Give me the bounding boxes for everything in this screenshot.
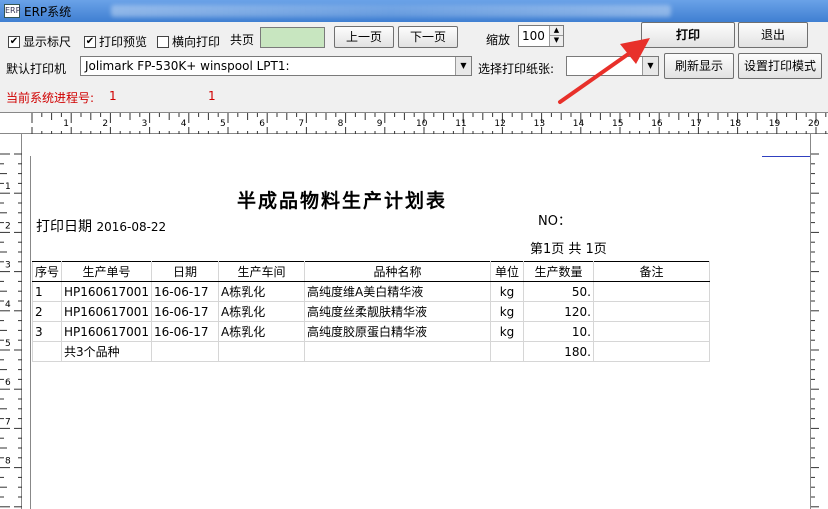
landscape-print-checkbox[interactable]: 横向打印	[157, 33, 220, 50]
checkmark-icon: ✔	[84, 35, 96, 48]
title-bar: ERP ERP系统	[0, 0, 828, 22]
ruler-tick-label: 8	[338, 119, 344, 129]
ruler-tick-label: 13	[534, 119, 545, 129]
process-id-value-secondary: 1	[208, 89, 216, 103]
column-header: 品种名称	[304, 261, 491, 282]
ruler-tick-label: 5	[220, 119, 226, 129]
table-summary-row: 共3个品种 180.	[31, 341, 710, 362]
printer-select[interactable]: Jolimark FP-530K+ winspool LPT1: ▼	[80, 56, 472, 76]
process-id-value: 1	[109, 89, 117, 103]
total-pages-field[interactable]	[260, 27, 325, 48]
column-header: 生产数量	[523, 261, 594, 282]
table-row: 1 HP160617001 16-06-17 A栋乳化 高纯度维A美白精华液 k…	[31, 281, 710, 302]
summary-total: 180.	[523, 341, 594, 362]
ruler-tick-label: 2	[102, 119, 108, 129]
ruler-tick-label: 3	[142, 119, 148, 129]
column-header: 生产车间	[218, 261, 305, 282]
prev-page-button[interactable]: 上一页	[334, 26, 394, 48]
ruler-tick-label: 4	[5, 300, 11, 310]
ruler-tick-label: 15	[612, 119, 623, 129]
page-margin-marker	[762, 156, 810, 157]
ruler-tick-label: 1	[5, 182, 11, 192]
show-ruler-checkbox[interactable]: ✔ 显示标尺	[8, 33, 71, 50]
ruler-tick-label: 20	[808, 119, 820, 129]
vertical-ruler-right	[810, 134, 828, 509]
print-preview-checkbox[interactable]: ✔ 打印预览	[84, 33, 147, 50]
ruler-tick-label: 7	[298, 119, 304, 129]
ruler-tick-label: 6	[259, 119, 265, 129]
ruler-tick-label: 18	[730, 119, 742, 129]
ruler-tick-label: 14	[573, 119, 585, 129]
ruler-tick-label: 1	[63, 119, 69, 129]
ruler-tick-label: 17	[690, 119, 701, 129]
zoom-label: 缩放	[486, 33, 511, 47]
ruler-tick-label: 2	[5, 221, 11, 231]
ruler-tick-label: 7	[5, 417, 11, 427]
ruler-tick-label: 11	[455, 119, 466, 129]
ruler-tick-label: 19	[769, 119, 781, 129]
ruler-tick-label: 3	[5, 261, 11, 271]
table-row: 3 HP160617001 16-06-17 A栋乳化 高纯度胶原蛋白精华液 k…	[31, 321, 710, 342]
horizontal-ruler: 1 2 3 4 5 6 7 8 9 10 11 12 13 14 15 16 17 18 19 20	[0, 112, 828, 135]
ruler-tick-label: 6	[5, 378, 11, 388]
ruler-tick-label: 10	[416, 119, 428, 129]
red-arrow-annotation-icon	[558, 38, 650, 104]
print-date: 打印日期 2016-08-22	[36, 219, 167, 235]
document-number-label: NO：	[538, 214, 571, 229]
process-id-label: 当前系统进程号:	[6, 91, 95, 105]
column-header: 生产单号	[61, 261, 152, 282]
column-header: 序号	[31, 261, 63, 282]
column-header: 日期	[151, 261, 219, 282]
erp-app-icon: ERP	[4, 4, 20, 18]
ruler-tick-label: 8	[5, 457, 11, 467]
document-title: 半成品物料生产计划表	[237, 190, 448, 212]
paper-select-label: 选择打印纸张:	[478, 62, 555, 76]
vertical-ruler: 1 2 3 4 5 6 7 8	[0, 134, 22, 509]
table-row: 2 HP160617001 16-06-17 A栋乳化 高纯度丝柔靓肤精华液 k…	[31, 301, 710, 322]
toolbar: ✔ 显示标尺 ✔ 打印预览 横向打印 共页 上一页 下一页 缩放 100 ▲ ▼…	[0, 22, 828, 112]
window-title: ERP系统	[24, 4, 72, 19]
ruler-tick-label: 5	[5, 339, 11, 349]
page-info: 第1页 共 1页	[530, 242, 607, 257]
ruler-tick-label: 4	[181, 119, 187, 129]
set-print-mode-button[interactable]: 设置打印模式	[738, 53, 822, 79]
chevron-down-icon[interactable]: ▼	[455, 57, 471, 75]
total-pages-label: 共页	[230, 33, 255, 47]
print-preview-page: 半成品物料生产计划表 打印日期 2016-08-22 NO： 第1页 共 1页 …	[22, 134, 810, 509]
refresh-display-button[interactable]: 刷新显示	[664, 53, 734, 79]
column-header: 备注	[593, 261, 710, 282]
ruler-tick-label: 12	[494, 119, 505, 129]
summary-label: 共3个品种	[61, 341, 152, 362]
next-page-button[interactable]: 下一页	[398, 26, 458, 48]
exit-button[interactable]: 退出	[738, 22, 808, 48]
default-printer-label: 默认打印机	[6, 62, 67, 76]
table-header-row: 序号 生产单号 日期 生产车间 品种名称 单位 生产数量 备注	[31, 261, 710, 282]
production-plan-table: 序号 生产单号 日期 生产车间 品种名称 单位 生产数量 备注 1 HP1606…	[31, 261, 710, 362]
title-bar-blurred-content	[111, 5, 672, 17]
checkmark-icon: ✔	[8, 35, 20, 48]
ruler-tick-label: 9	[377, 119, 383, 129]
column-header: 单位	[490, 261, 524, 282]
ruler-tick-label: 16	[651, 119, 663, 129]
